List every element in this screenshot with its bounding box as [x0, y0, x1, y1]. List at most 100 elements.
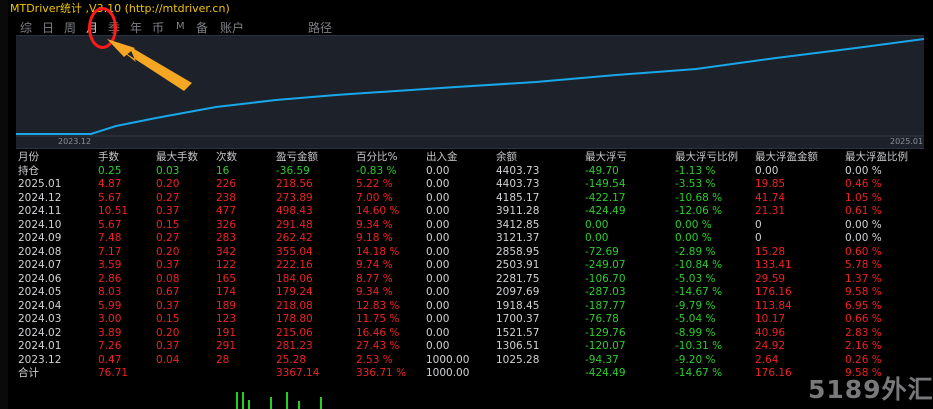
table-cell: 10.17	[755, 313, 786, 325]
table-cell: 4.87	[98, 178, 122, 190]
table-cell: 179.24	[276, 286, 313, 298]
table-cell: 0.61 %	[845, 205, 882, 217]
table-cell: 2024.12	[18, 191, 62, 204]
table-cell: 184.06	[276, 272, 313, 285]
table-cell: 0.67	[156, 286, 180, 298]
table-cell: 2024.11	[18, 205, 62, 217]
column-header: 最大手数	[156, 151, 198, 163]
table-cell: 0.00	[426, 164, 450, 177]
table-cell: -14.67 %	[675, 286, 723, 298]
table-cell: 9.34 %	[356, 218, 393, 231]
tab-path[interactable]: 路径	[308, 19, 332, 36]
table-cell: 165	[216, 272, 237, 285]
table-cell: -49.70	[585, 164, 619, 177]
table-cell: 2858.95	[496, 245, 540, 258]
table-cell: -106.70	[585, 272, 626, 285]
table-cell: 176.16	[755, 286, 792, 298]
table-cell: 0.26 %	[845, 353, 882, 366]
table-cell: -422.17	[585, 191, 626, 204]
table-cell: 283	[216, 232, 237, 244]
table-cell: -14.67 %	[675, 367, 723, 379]
table-cell: 0.37	[156, 259, 180, 271]
table-cell: 27.43 %	[356, 340, 400, 352]
volume-bar	[236, 392, 238, 409]
table-cell: 5.22 %	[356, 178, 393, 190]
table-cell: 0.37	[156, 340, 180, 352]
table-cell: 1.05 %	[845, 191, 882, 204]
table-cell: 0.20	[156, 326, 180, 339]
table-cell: 8.03	[98, 286, 122, 298]
table-cell: -9.79 %	[675, 299, 716, 312]
table-cell: 122	[216, 259, 237, 271]
table-row: 2024.12 5.67 0.27 238 273.89 7.00 % 0.00 4185.1…	[18, 192, 925, 206]
x-axis-end-label: 2025.01	[890, 137, 924, 146]
column-header: 最大浮盈金额	[755, 151, 818, 163]
table-cell: 0.00	[426, 191, 450, 204]
table-cell: 29.59	[755, 272, 786, 285]
table-cell: -287.03	[585, 286, 626, 298]
column-header: 手数	[98, 151, 119, 163]
table-cell: 1000.00	[426, 367, 470, 379]
table-cell: -10.84 %	[675, 259, 723, 271]
total-row: 合计 76.71 3367.14 336.71 % 1000.00 -424.49 -14.…	[18, 367, 925, 381]
table-cell: 10.51	[98, 205, 129, 217]
table-cell: 291.48	[276, 218, 313, 231]
table-cell: -94.37	[585, 353, 619, 366]
table-cell: 0.00	[426, 245, 450, 258]
column-header: 最大浮亏比例	[675, 151, 738, 163]
table-cell: 9.74 %	[356, 259, 393, 271]
table-cell: 2.64	[755, 353, 779, 366]
volume-bar	[270, 397, 272, 409]
table-cell: 2023.12	[18, 353, 62, 366]
table-cell: 9.18 %	[356, 232, 393, 244]
table-cell: 2.86	[98, 272, 122, 285]
table-cell: 0.00	[426, 218, 450, 231]
table-cell: 5.78 %	[845, 259, 882, 271]
table-cell: 178.80	[276, 313, 313, 325]
table-cell	[216, 367, 276, 381]
table-cell: -76.78	[585, 313, 619, 325]
left-window-edge	[0, 0, 8, 409]
table-cell: 342	[216, 245, 237, 258]
column-header: 月份	[18, 151, 39, 163]
table-cell: 16	[216, 164, 230, 177]
x-axis-start-label: 2023.12	[58, 137, 92, 146]
holding-row: 持仓 0.25 0.03 16 -36.59 -0.83 % 0.00 4403.73 -49.…	[18, 165, 925, 179]
table-cell: 3.00	[98, 313, 122, 325]
table-row: 2024.04 5.99 0.37 189 218.08 12.83 % 0.00 1918.…	[18, 300, 925, 314]
table-cell: 15.28	[755, 245, 786, 258]
table-cell: 326	[216, 218, 237, 231]
table-cell: 0.00	[426, 340, 450, 352]
table-cell: 336.71 %	[356, 367, 407, 379]
table-cell: 28	[216, 353, 230, 366]
table-row: 2023.12 0.47 0.04 28 25.28 2.53 % 1000.00 1025.…	[18, 354, 925, 368]
table-row: 2024.09 7.48 0.27 283 262.42 9.18 % 0.00 3121.3…	[18, 232, 925, 246]
table-cell: 2097.69	[496, 286, 540, 298]
table-cell: 0.00	[426, 178, 450, 190]
table-cell: 2.83 %	[845, 326, 882, 339]
table-cell: 5.67	[98, 218, 122, 231]
table-cell: -1.13 %	[675, 164, 716, 177]
table-cell: 0.00 %	[675, 218, 712, 231]
table-cell: 4403.73	[496, 178, 540, 190]
table-cell: -187.77	[585, 299, 626, 312]
table-cell: 355.04	[276, 245, 313, 258]
table-row: 2024.05 8.03 0.67 174 179.24 9.34 % 0.00 2097.6…	[18, 286, 925, 300]
table-cell: 0.46 %	[845, 178, 882, 190]
table-cell: 238	[216, 191, 237, 204]
table-row: 2024.06 2.86 0.08 165 184.06 8.77 % 0.00 2281.7…	[18, 273, 925, 287]
table-cell: 3.89	[98, 326, 122, 339]
column-header: 最大浮亏	[585, 151, 627, 163]
stats-panel: MTDriver统计 ,V3.10 (http://mtdriver.cn) 综…	[8, 0, 933, 409]
table-cell: 0.00	[426, 205, 450, 217]
table-cell: 0.04	[156, 353, 180, 366]
table-cell: -12.06 %	[675, 205, 723, 217]
table-cell	[496, 367, 585, 381]
column-header: 出入金	[426, 151, 458, 163]
table-cell: 0.00 %	[845, 218, 882, 231]
table-cell: 0.00	[426, 259, 450, 271]
table-cell: 477	[216, 205, 237, 217]
column-header: 百分比%	[356, 151, 398, 163]
table-row: 2024.11 10.51 0.37 477 498.43 14.60 % 0.00 3911…	[18, 205, 925, 219]
volume-bar	[320, 397, 322, 409]
